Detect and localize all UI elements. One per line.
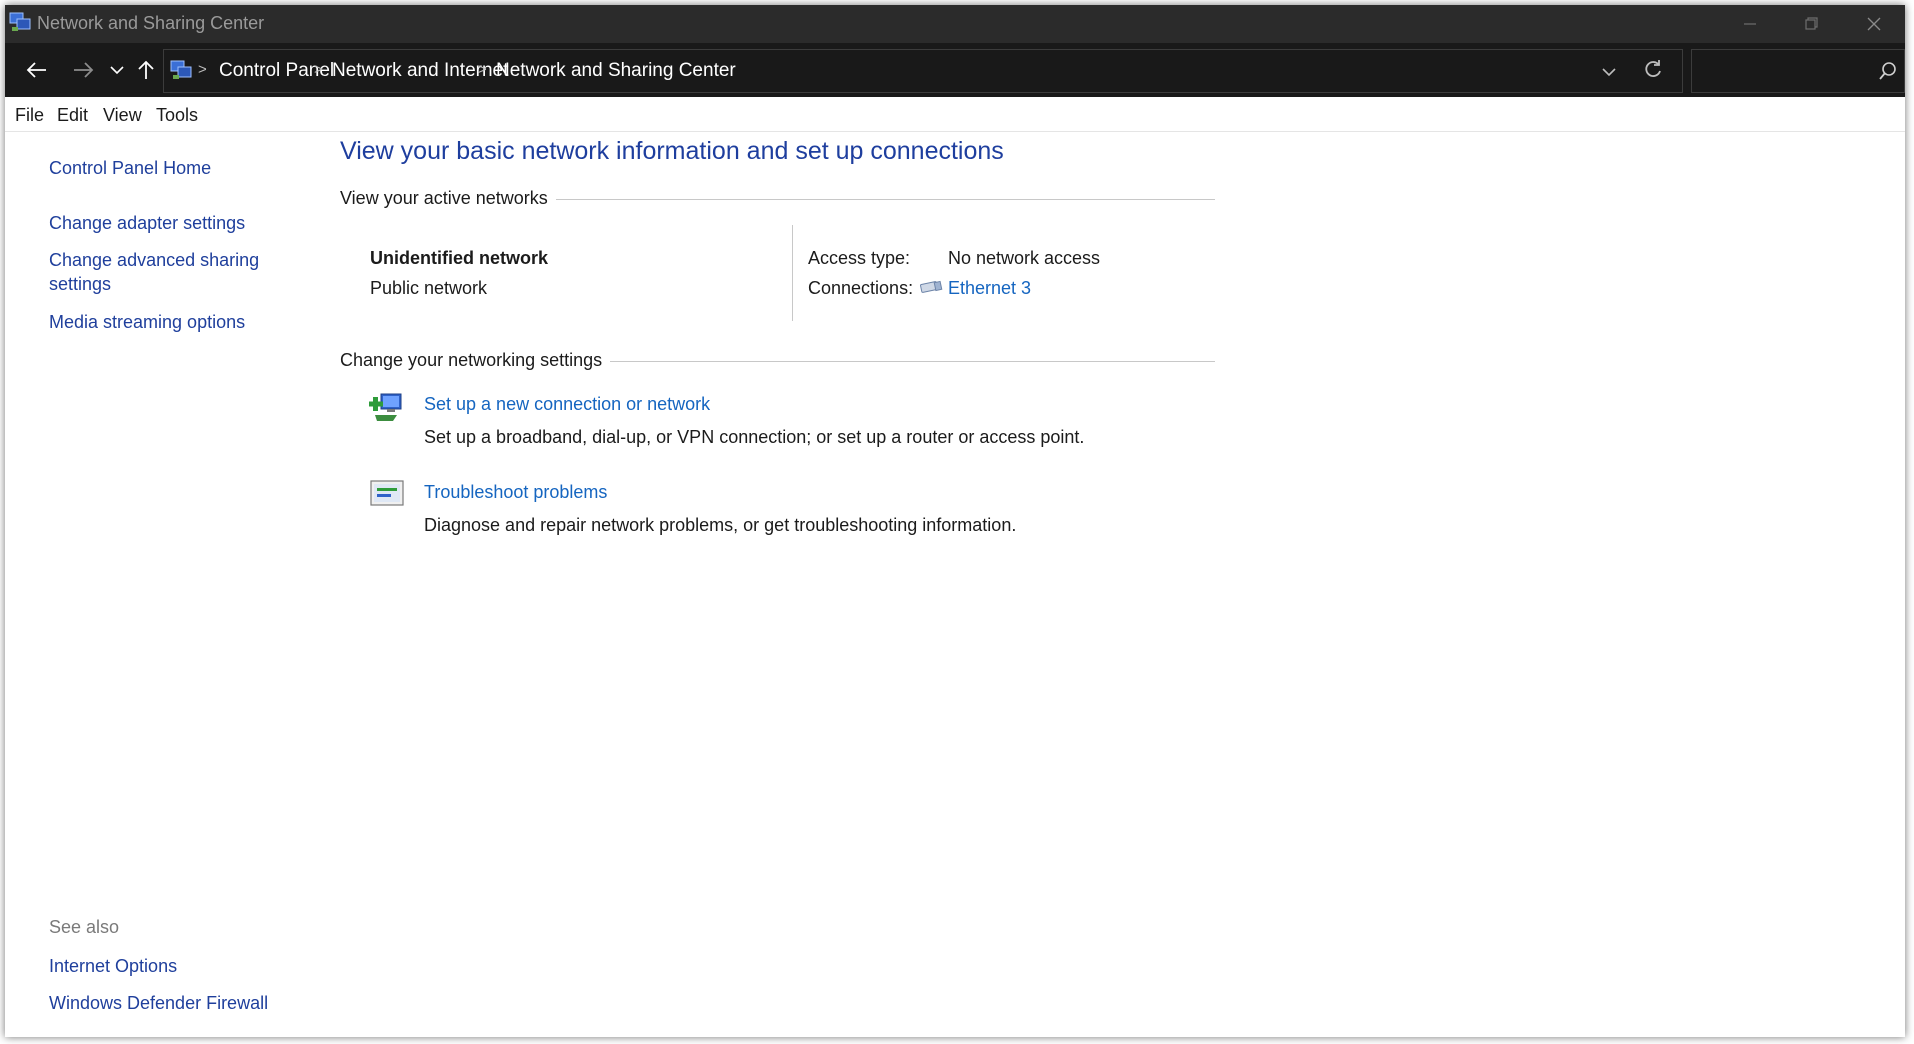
back-button[interactable] (19, 53, 55, 87)
control-panel-home-link[interactable]: Control Panel Home (49, 156, 211, 180)
windows-defender-firewall-link[interactable]: Windows Defender Firewall (49, 991, 268, 1015)
chevron-down-icon (1602, 68, 1616, 77)
address-dropdown-button[interactable] (1602, 64, 1616, 82)
restore-icon (1805, 17, 1818, 30)
minimize-button[interactable] (1719, 5, 1781, 43)
ethernet-connection-link[interactable]: Ethernet 3 (948, 278, 1031, 299)
troubleshoot-problems-description: Diagnose and repair network problems, or… (424, 515, 1017, 535)
menu-tools[interactable]: Tools (156, 105, 198, 126)
connections-label: Connections: (808, 278, 914, 298)
close-icon (1867, 17, 1881, 31)
troubleshoot-icon (370, 480, 404, 506)
up-arrow-icon (138, 60, 154, 79)
address-box[interactable]: > Control Panel > Network and Internet >… (163, 49, 1683, 93)
network-type[interactable]: Public network (370, 278, 487, 299)
internet-options-link[interactable]: Internet Options (49, 954, 177, 978)
menu-edit[interactable]: Edit (57, 105, 88, 126)
ethernet-icon (920, 280, 943, 293)
media-streaming-options-link[interactable]: Media streaming options (49, 310, 245, 334)
menu-view[interactable]: View (103, 105, 142, 126)
access-type-label: Access type: (808, 248, 911, 268)
forward-arrow-icon (74, 62, 94, 78)
recent-locations-button[interactable] (105, 53, 129, 87)
new-connection-icon (369, 393, 402, 421)
search-input[interactable] (1691, 49, 1905, 93)
window-title: Network and Sharing Center (37, 13, 265, 33)
breadcrumb-network-and-sharing-center[interactable]: Network and Sharing Center (496, 60, 736, 82)
network-sharing-center-window: Network and Sharing Center > Control Pan… (5, 5, 1905, 1037)
see-also-label: See also (49, 917, 120, 937)
change-advanced-sharing-settings-link[interactable]: Change advanced sharing settings (49, 248, 289, 296)
address-bar: > Control Panel > Network and Internet >… (5, 43, 1905, 97)
page-title: View your basic network information and … (340, 137, 1004, 165)
network-center-icon (9, 12, 31, 31)
menu-bar: File Edit View Tools (5, 97, 1905, 132)
setup-new-connection-link[interactable]: Set up a new connection or network (424, 394, 710, 415)
setup-new-connection-description: Set up a broadband, dial-up, or VPN conn… (424, 427, 1085, 447)
search-icon (1879, 62, 1896, 80)
back-arrow-icon (26, 62, 46, 78)
forward-button[interactable] (65, 53, 101, 87)
access-type-value: No network access (948, 248, 1101, 268)
refresh-button[interactable] (1642, 58, 1664, 85)
change-settings-heading: Change your networking settings (340, 350, 611, 371)
close-button[interactable] (1843, 5, 1905, 43)
refresh-icon (1645, 60, 1661, 77)
breadcrumb-separator-icon: > (478, 61, 487, 78)
troubleshoot-problems-link[interactable]: Troubleshoot problems (424, 482, 607, 503)
network-divider (792, 225, 793, 321)
menu-file[interactable]: File (15, 105, 44, 126)
active-networks-heading: View your active networks (340, 188, 556, 209)
network-name: Unidentified network (370, 248, 549, 268)
title-bar: Network and Sharing Center (5, 5, 1905, 43)
change-adapter-settings-link[interactable]: Change adapter settings (49, 211, 245, 235)
minimize-icon (1744, 23, 1756, 25)
up-button[interactable] (133, 53, 159, 87)
breadcrumb-separator-icon: > (314, 61, 323, 78)
breadcrumb-separator-icon: > (198, 61, 207, 78)
control-panel-icon (170, 60, 192, 79)
chevron-down-icon (110, 66, 124, 75)
restore-button[interactable] (1781, 5, 1843, 43)
